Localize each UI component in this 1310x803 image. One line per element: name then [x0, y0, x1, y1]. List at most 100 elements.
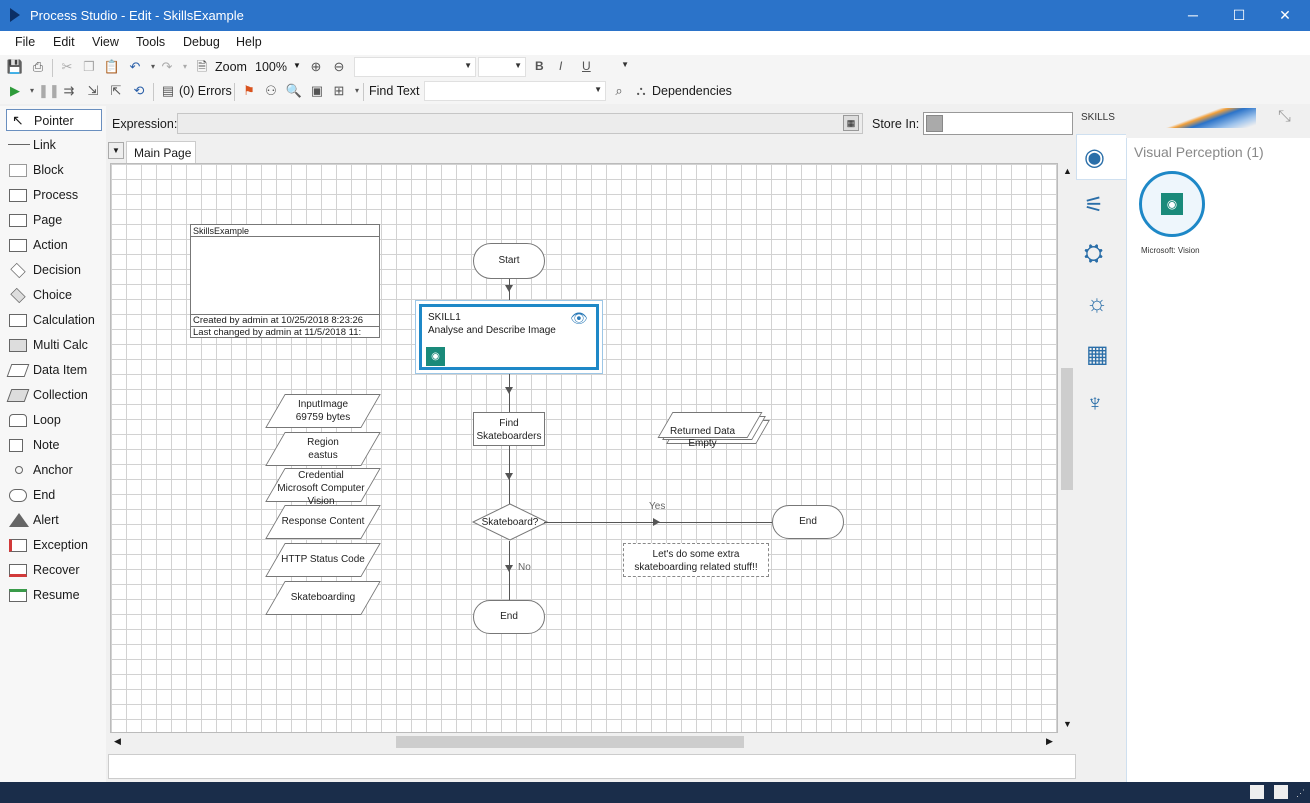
- tab-main-page[interactable]: Main Page: [126, 141, 196, 163]
- palette-item-anchor[interactable]: Anchor: [6, 459, 102, 481]
- palette-item-recover[interactable]: Recover: [6, 559, 102, 581]
- palette-item-note[interactable]: Note: [6, 434, 102, 456]
- reset-icon[interactable]: ⟲: [130, 82, 148, 100]
- end-stage-yes[interactable]: End: [772, 505, 844, 539]
- zoom-page-icon[interactable]: 🗎: [193, 58, 211, 76]
- skill-category-planning[interactable]: ⚟: [1076, 184, 1126, 230]
- palette-item-block[interactable]: Block: [6, 159, 102, 181]
- font-size-select[interactable]: ▼: [478, 57, 526, 77]
- session-icon[interactable]: [1250, 785, 1264, 799]
- expression-input[interactable]: [177, 113, 863, 134]
- palette-item-link[interactable]: Link: [6, 134, 102, 156]
- scroll-down-icon[interactable]: ▼: [1063, 719, 1072, 729]
- copy-icon[interactable]: ❐: [80, 58, 98, 76]
- find-skateboarders-stage[interactable]: Find Skateboarders: [473, 412, 545, 446]
- pause-icon[interactable]: ❚❚: [38, 82, 60, 100]
- data-item-http-status-code[interactable]: HTTP Status Code: [265, 543, 381, 577]
- page-menu-dropdown-icon[interactable]: ▼: [108, 142, 124, 159]
- note-stage[interactable]: Let's do some extra skateboarding relate…: [623, 543, 769, 577]
- palette-item-end[interactable]: End: [6, 484, 102, 506]
- find-text-input[interactable]: ▼: [424, 81, 606, 101]
- scroll-up-icon[interactable]: ▲: [1063, 166, 1072, 176]
- microsoft-vision-skill[interactable]: ◉: [1139, 171, 1205, 237]
- skill-category-collaboration[interactable]: ⛭: [1076, 234, 1126, 280]
- vertical-scrollbar[interactable]: ▲ ▼: [1058, 163, 1076, 733]
- vertical-scroll-thumb[interactable]: [1061, 368, 1073, 490]
- cut-icon[interactable]: ✂: [58, 58, 76, 76]
- watch-icon[interactable]: ⚇: [262, 82, 280, 100]
- horizontal-scroll-thumb[interactable]: [396, 736, 744, 748]
- collapse-panel-icon[interactable]: ⤡: [1278, 108, 1291, 126]
- font-family-select[interactable]: ▼: [354, 57, 476, 77]
- palette-item-collection[interactable]: Collection: [6, 384, 102, 406]
- layout-icon[interactable]: ⊞: [330, 82, 348, 100]
- redo-dropdown-icon[interactable]: ▾: [176, 58, 194, 76]
- maximize-button[interactable]: ☐: [1216, 0, 1262, 31]
- palette-item-exception[interactable]: Exception: [6, 534, 102, 556]
- save-icon[interactable]: 💾: [6, 58, 24, 76]
- inspect-icon[interactable]: 🔍: [285, 82, 303, 100]
- errors-icon[interactable]: ▤: [159, 82, 177, 100]
- end-stage-no[interactable]: End: [473, 600, 545, 634]
- zoom-dropdown-icon[interactable]: ▼: [293, 61, 301, 70]
- step-icon[interactable]: ⇉: [60, 82, 78, 100]
- zoom-value[interactable]: 100%: [255, 60, 287, 74]
- data-item-picker-icon[interactable]: [926, 115, 943, 132]
- palette-item-pointer[interactable]: ↖ Pointer: [6, 109, 102, 131]
- data-item-response-content[interactable]: Response Content: [265, 505, 381, 539]
- skill-category-insight[interactable]: ☼: [1076, 284, 1126, 330]
- palette-item-action[interactable]: Action: [6, 234, 102, 256]
- skill-stage-selection[interactable]: SKILL1 Analyse and Describe Image 👁 ◉: [415, 300, 603, 374]
- font-color-select[interactable]: ▼: [600, 57, 632, 77]
- skill-category-learning[interactable]: ♆: [1076, 384, 1126, 430]
- italic-button[interactable]: I: [559, 59, 562, 73]
- bold-button[interactable]: B: [535, 59, 544, 73]
- palette-item-alert[interactable]: Alert: [6, 509, 102, 531]
- underline-button[interactable]: U: [582, 59, 591, 73]
- zoom-in-icon[interactable]: ⊕: [307, 58, 325, 76]
- palette-item-process[interactable]: Process: [6, 184, 102, 206]
- zoom-out-icon[interactable]: ⊖: [330, 58, 348, 76]
- menu-debug[interactable]: Debug: [183, 35, 220, 49]
- menu-tools[interactable]: Tools: [136, 35, 165, 49]
- step-over-icon[interactable]: ⇲: [84, 82, 102, 100]
- data-item-input-image[interactable]: InputImage 69759 bytes: [265, 394, 381, 428]
- menu-help[interactable]: Help: [236, 35, 262, 49]
- menu-view[interactable]: View: [92, 35, 119, 49]
- skill-stage[interactable]: SKILL1 Analyse and Describe Image 👁 ◉: [419, 304, 599, 370]
- undo-icon[interactable]: ↶: [126, 58, 144, 76]
- data-item-skateboarding[interactable]: Skateboarding: [265, 581, 381, 615]
- binoculars-icon[interactable]: ⌕: [610, 82, 628, 100]
- returned-data-collection[interactable]: Returned Data Empty: [657, 412, 763, 449]
- paste-icon[interactable]: 📋: [103, 58, 121, 76]
- palette-item-decision[interactable]: Decision: [6, 259, 102, 281]
- store-in-input[interactable]: [923, 112, 1073, 135]
- palette-item-loop[interactable]: Loop: [6, 409, 102, 431]
- search-status-icon[interactable]: [1274, 785, 1288, 799]
- data-item-credential[interactable]: Credential Microsoft Computer Vision: [265, 468, 381, 507]
- redo-icon[interactable]: ↷: [158, 58, 176, 76]
- skill-category-visual-perception[interactable]: ◉: [1076, 134, 1126, 180]
- screen-icon[interactable]: ▣: [308, 82, 326, 100]
- dependencies-button[interactable]: Dependencies: [652, 84, 732, 98]
- data-item-region[interactable]: Region eastus: [265, 432, 381, 466]
- process-diagram-canvas[interactable]: SkillsExample Created by admin at 10/25/…: [110, 163, 1058, 733]
- scroll-left-icon[interactable]: ◀: [114, 736, 121, 747]
- palette-item-resume[interactable]: Resume: [6, 584, 102, 606]
- horizontal-scrollbar[interactable]: ◀ ▶: [110, 733, 1058, 751]
- palette-item-choice[interactable]: Choice: [6, 284, 102, 306]
- print-icon[interactable]: ⎙: [29, 58, 47, 76]
- run-icon[interactable]: ▶: [6, 82, 24, 100]
- scroll-right-icon[interactable]: ▶: [1046, 736, 1053, 747]
- palette-item-data-item[interactable]: Data Item: [6, 359, 102, 381]
- start-stage[interactable]: Start: [473, 243, 545, 279]
- flag-icon[interactable]: ⚑: [240, 82, 258, 100]
- dependencies-icon[interactable]: ⛬: [632, 82, 650, 100]
- menu-edit[interactable]: Edit: [53, 35, 75, 49]
- close-button[interactable]: ✕: [1262, 0, 1308, 31]
- menu-file[interactable]: File: [15, 35, 35, 49]
- process-info-box[interactable]: SkillsExample Created by admin at 10/25/…: [190, 224, 380, 338]
- palette-item-calculation[interactable]: Calculation: [6, 309, 102, 331]
- palette-item-page[interactable]: Page: [6, 209, 102, 231]
- palette-item-multi-calc[interactable]: Multi Calc: [6, 334, 102, 356]
